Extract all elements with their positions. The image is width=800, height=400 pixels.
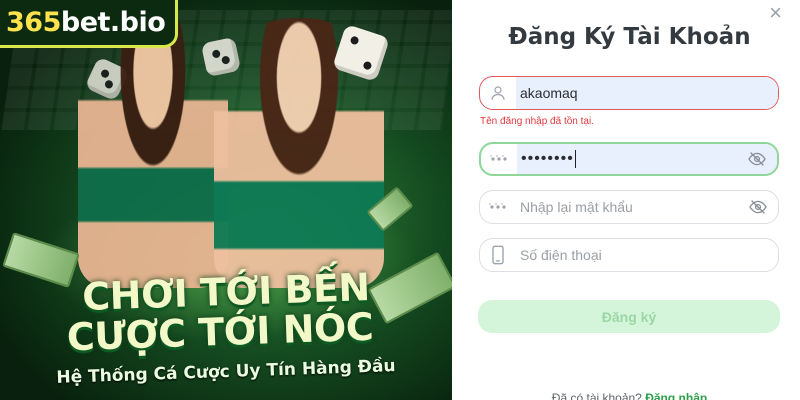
eye-off-icon[interactable] <box>737 144 777 174</box>
phone-field[interactable]: Số điện thoại <box>479 238 779 272</box>
login-prompt-row: Đã có tài khoản? Đăng nhập <box>452 391 800 400</box>
banner-model-left <box>78 18 228 288</box>
register-panel: × Đăng Ký Tài Khoản akaomaq Tên đăng nhậ… <box>452 0 800 400</box>
brand-logo: 365bet.bio <box>0 0 179 48</box>
password-input[interactable]: •••••••• <box>517 144 737 174</box>
confirm-password-field[interactable]: Nhập lại mật khẩu <box>479 190 779 224</box>
brand-logo-text: 365bet.bio <box>6 7 166 38</box>
key-dots-icon <box>480 191 516 223</box>
promo-banner: 365bet.bio CHƠI TỚI BẾN CƯỢC TỚI NÓC Hệ … <box>0 0 452 400</box>
key-dots-icon <box>481 144 517 174</box>
brand-logo-number: 365 <box>6 7 61 38</box>
phone-input[interactable]: Số điện thoại <box>516 239 778 271</box>
phone-icon <box>480 239 516 271</box>
brand-logo-name: bet.bio <box>60 7 166 38</box>
phone-placeholder: Số điện thoại <box>520 247 602 263</box>
eye-off-icon[interactable] <box>738 191 778 223</box>
banner-tagline: Hệ Thống Cá Cược Uy Tín Hàng Đầu <box>56 356 396 388</box>
username-error-message: Tên đăng nhập đã tồn tại. <box>480 116 594 127</box>
confirm-password-input[interactable]: Nhập lại mật khẩu <box>516 191 738 223</box>
confirm-password-placeholder: Nhập lại mật khẩu <box>520 199 633 215</box>
text-caret <box>574 150 576 168</box>
password-field[interactable]: •••••••• <box>479 142 779 176</box>
username-field[interactable]: akaomaq <box>479 76 779 110</box>
user-icon <box>480 77 516 109</box>
close-icon[interactable]: × <box>769 2 782 24</box>
password-value: •••••••• <box>521 150 574 167</box>
login-link[interactable]: Đăng nhập <box>645 391 707 400</box>
register-button[interactable]: Đăng ký <box>478 300 780 333</box>
login-prompt-text: Đã có tài khoản? <box>551 391 642 400</box>
username-input[interactable]: akaomaq <box>516 77 778 109</box>
register-title: Đăng Ký Tài Khoản <box>508 24 751 50</box>
